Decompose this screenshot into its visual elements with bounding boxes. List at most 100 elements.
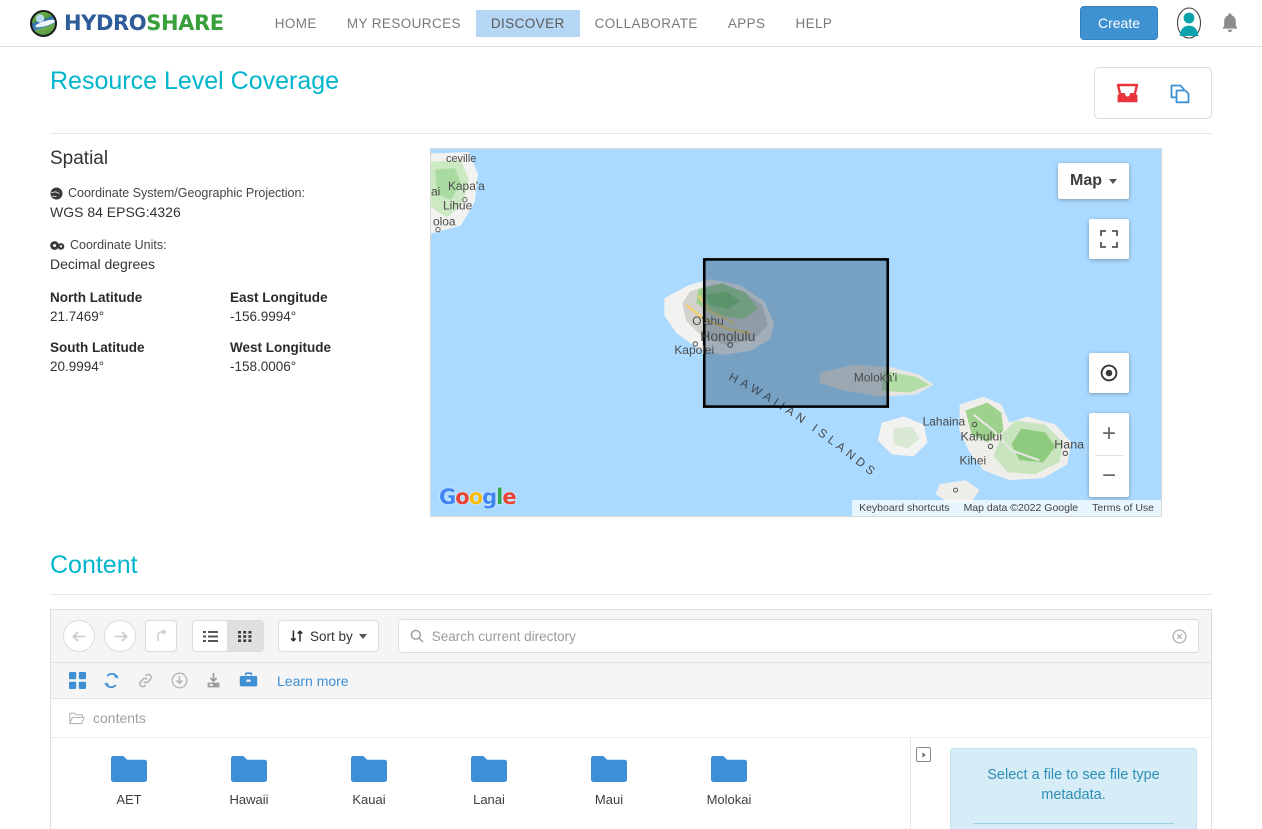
coverage-action-group [1094, 67, 1212, 119]
projection-label: Coordinate System/Geographic Projection: [68, 186, 305, 200]
hydroshare-logo[interactable]: HYDROSHARE [30, 9, 224, 37]
coord-label: South Latitude [50, 340, 145, 355]
brand-hydro: HYDRO [64, 11, 147, 35]
search-current-directory[interactable] [397, 619, 1199, 653]
file-label: Molokai [706, 792, 752, 807]
search-input[interactable] [431, 628, 1164, 644]
content-section: Content Sort by Search current directory… [50, 551, 1212, 829]
folder-icon [711, 756, 747, 782]
map-attribution: Keyboard shortcuts Map data ©2022 Google… [852, 500, 1161, 516]
coverage-row: Spatial Coordinate System/Geographic Pro… [50, 148, 1212, 517]
coord-label: North Latitude [50, 290, 143, 305]
svg-text:Kihei: Kihei [960, 453, 987, 467]
view-toggle-group [192, 620, 264, 652]
folder-icon [591, 756, 627, 782]
units-label: Coordinate Units: [70, 238, 167, 252]
search-icon [410, 629, 424, 643]
nav-right-group: Create [1079, 6, 1240, 40]
my-location-icon[interactable] [1089, 353, 1129, 393]
main-nav: HOME MY RESOURCES DISCOVER COLLABORATE A… [260, 9, 848, 37]
grid-view-icon[interactable] [228, 620, 264, 652]
projection-label-row: Coordinate System/Geographic Projection: [50, 186, 410, 200]
coverage-map[interactable]: HAWAIIAN ISLANDS ceville Kapa'a ai Lihue… [430, 148, 1162, 517]
keyboard-shortcuts-link[interactable]: Keyboard shortcuts [852, 500, 956, 516]
folder-icon [351, 756, 387, 782]
page-title: Resource Level Coverage [50, 67, 340, 95]
zoom-in-button[interactable]: + [1089, 413, 1129, 455]
sort-by-button[interactable]: Sort by [278, 620, 379, 652]
file-browser: Sort by Search current directory Learn m… [50, 609, 1212, 829]
google-logo[interactable]: Google [439, 485, 517, 509]
chevron-down-icon [358, 633, 367, 639]
chevron-down-icon [1109, 178, 1117, 184]
nav-item-collaborate[interactable]: COLLABORATE [580, 10, 713, 37]
gauge-icon [50, 240, 65, 250]
map-type-label: Map [1070, 172, 1102, 189]
coord-south-latitude: South Latitude 20.9994° [50, 340, 230, 374]
coord-north-latitude: North Latitude 21.7469° [50, 290, 230, 324]
list-item[interactable]: Maui [549, 754, 669, 807]
coverage-header: Resource Level Coverage [50, 47, 1212, 119]
save-icon[interactable] [205, 672, 222, 689]
content-divider [50, 594, 1212, 595]
clear-circle-icon [1172, 628, 1187, 644]
svg-text:O'ahu: O'ahu [692, 314, 724, 328]
panel-expand-icon[interactable] [910, 738, 936, 829]
nav-item-help[interactable]: HELP [780, 10, 847, 37]
file-label: AET [116, 792, 142, 807]
learn-more-link[interactable]: Learn more [277, 673, 349, 689]
map-data-credit: Map data ©2022 Google [963, 502, 1079, 514]
map-type-button[interactable]: Map [1058, 163, 1129, 199]
briefcase-icon[interactable] [239, 672, 258, 689]
svg-text:ai: ai [431, 185, 440, 199]
list-item[interactable]: Molokai [669, 754, 789, 807]
file-grid: AET Hawaii Kauai Lanai Maui Molokai [51, 738, 910, 829]
inbox-icon[interactable] [1101, 68, 1153, 118]
coord-value: 20.9994° [50, 359, 105, 374]
nav-item-home[interactable]: HOME [260, 10, 332, 37]
coord-west-longitude: West Longitude -158.0006° [230, 340, 410, 374]
coordinate-grid: North Latitude 21.7469° East Longitude -… [50, 290, 410, 374]
nav-item-discover[interactable]: DISCOVER [475, 9, 580, 37]
list-view-icon[interactable] [192, 620, 228, 652]
svg-text:ceville: ceville [446, 153, 476, 165]
file-browser-toolbar: Sort by [51, 609, 1211, 663]
file-label: Maui [594, 792, 624, 807]
svg-text:Moloka'i: Moloka'i [854, 371, 897, 385]
spatial-heading: Spatial [50, 148, 109, 169]
fullscreen-icon[interactable] [1089, 219, 1129, 259]
svg-text:Kahului: Kahului [961, 429, 1003, 443]
link-icon[interactable] [137, 672, 154, 689]
download-circle-icon[interactable] [171, 672, 188, 689]
file-label: Kauai [352, 792, 386, 807]
projection-value: WGS 84 EPSG:4326 [50, 204, 181, 220]
folder-icon [111, 756, 147, 782]
list-item[interactable]: Hawaii [189, 754, 309, 807]
svg-text:oloa: oloa [433, 215, 456, 229]
list-item[interactable]: Lanai [429, 754, 549, 807]
nav-item-apps[interactable]: APPS [713, 10, 781, 37]
notification-bell-icon[interactable] [1220, 11, 1240, 35]
zoom-out-button[interactable]: − [1089, 456, 1129, 498]
svg-text:Honolulu: Honolulu [700, 328, 755, 344]
file-browser-body: AET Hawaii Kauai Lanai Maui Molokai Sele… [51, 738, 1211, 829]
file-metadata-panel: Select a file to see file type metadata. [936, 738, 1211, 829]
back-button[interactable] [63, 620, 95, 652]
brand-share: SHARE [146, 11, 224, 35]
nav-item-my-resources[interactable]: MY RESOURCES [332, 10, 476, 37]
globe-icon [30, 9, 57, 37]
user-avatar-icon[interactable] [1172, 6, 1206, 40]
refresh-icon[interactable] [103, 672, 120, 689]
coord-value: -156.9994° [230, 309, 297, 324]
list-item[interactable]: AET [69, 754, 189, 807]
grid-squares-icon[interactable] [69, 672, 86, 689]
map-canvas: HAWAIIAN ISLANDS ceville Kapa'a ai Lihue… [431, 149, 1161, 516]
list-item[interactable]: Kauai [309, 754, 429, 807]
breadcrumb-label[interactable]: contents [93, 710, 146, 726]
terms-of-use-link[interactable]: Terms of Use [1085, 500, 1161, 516]
copy-icon[interactable] [1153, 68, 1205, 118]
file-label: Lanai [473, 792, 505, 807]
forward-button[interactable] [104, 620, 136, 652]
create-button[interactable]: Create [1079, 6, 1158, 40]
up-level-button[interactable] [145, 620, 177, 652]
